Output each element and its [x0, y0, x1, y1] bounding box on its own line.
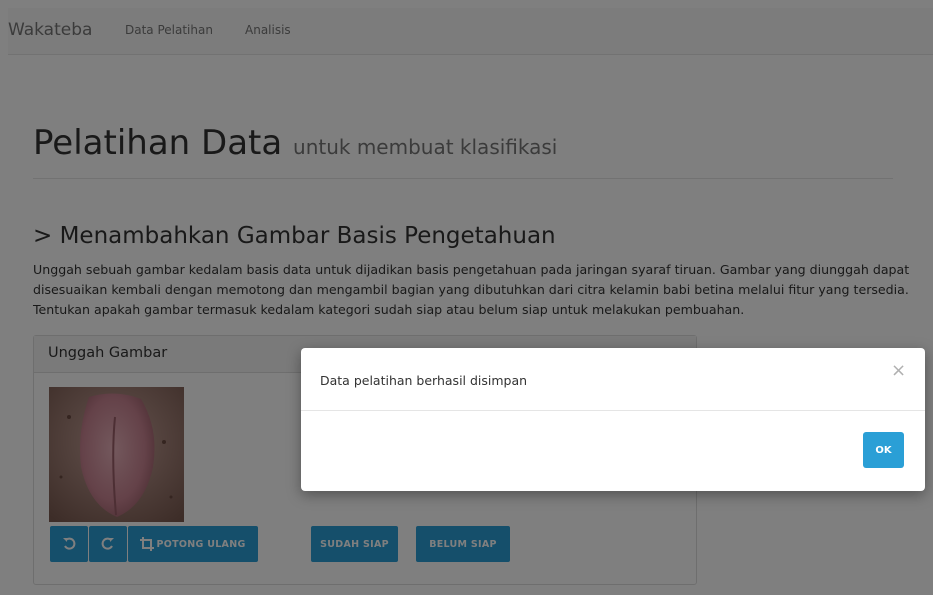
modal-header: Data pelatihan berhasil disimpan × — [301, 348, 925, 411]
close-icon[interactable]: × — [891, 360, 906, 381]
ok-label: OK — [875, 444, 892, 456]
modal-backdrop[interactable] — [0, 0, 933, 595]
ok-button[interactable]: OK — [863, 432, 904, 468]
success-modal: Data pelatihan berhasil disimpan × OK — [301, 348, 925, 491]
modal-message: Data pelatihan berhasil disimpan — [320, 373, 528, 388]
